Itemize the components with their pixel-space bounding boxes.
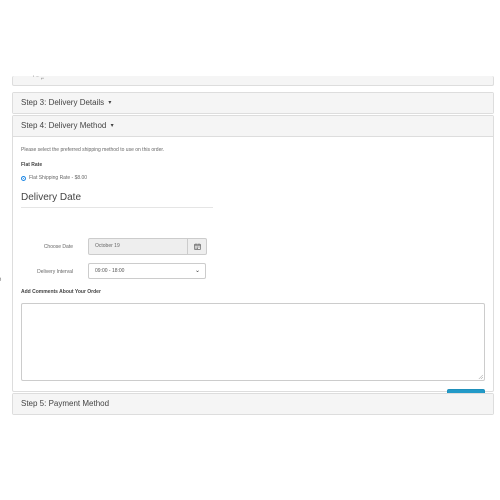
delivery-interval-select[interactable]: 09:00 - 18:00 ⌄ (88, 263, 206, 279)
delivery-heading-divider (21, 207, 213, 208)
choose-date-label: Choose Date (43, 244, 73, 250)
step-4-heading[interactable]: Step 4: Delivery Method ▾ (13, 116, 493, 137)
calendar-button[interactable] (188, 238, 207, 255)
radio-selected-icon[interactable] (21, 175, 26, 181)
choose-date-field[interactable]: October 19 (88, 238, 188, 255)
resize-grip-icon[interactable] (478, 374, 483, 379)
delivery-interval-label: Delivery Interval (37, 269, 73, 275)
comments-textarea[interactable] (21, 303, 485, 381)
shipping-option-label: Flat Shipping Rate - $8.00 (29, 175, 88, 181)
step-5-heading[interactable]: Step 5: Payment Method (13, 394, 493, 414)
step-3-title: Step 3: Delivery Details (21, 98, 105, 107)
panel-step-5: Step 5: Payment Method (12, 393, 494, 415)
shipping-instruction: Please select the preferred shipping met… (21, 147, 165, 153)
step-5-title: Step 5: Payment Method (21, 399, 110, 408)
step-4-title: Step 4: Delivery Method (21, 121, 107, 130)
step-3-heading[interactable]: Step 3: Delivery Details ▾ (13, 93, 493, 113)
chevron-down-icon: ⌄ (194, 268, 200, 274)
panel-step-4: Step 4: Delivery Method ▾ Please select … (12, 115, 494, 405)
delivery-date-heading: Delivery Date (21, 192, 82, 203)
calendar-icon (193, 243, 201, 250)
step-2-peek-text: ' ⁻ ⌐ (33, 76, 45, 82)
caret-down-icon: ▾ (110, 123, 114, 129)
flat-rate-title: Flat Rate (21, 162, 43, 168)
shipping-option-row[interactable]: Flat Shipping Rate - $8.00 (21, 175, 87, 181)
edge-text-fragment: e (0, 277, 1, 283)
panel-step-3: Step 3: Delivery Details ▾ (12, 92, 494, 114)
comments-label: Add Comments About Your Order (21, 289, 101, 295)
caret-down-icon: ▾ (108, 100, 112, 106)
delivery-interval-value: 09:00 - 18:00 (95, 268, 125, 274)
panel-step-2-collapsed: ' ⁻ ⌐ (12, 76, 494, 86)
